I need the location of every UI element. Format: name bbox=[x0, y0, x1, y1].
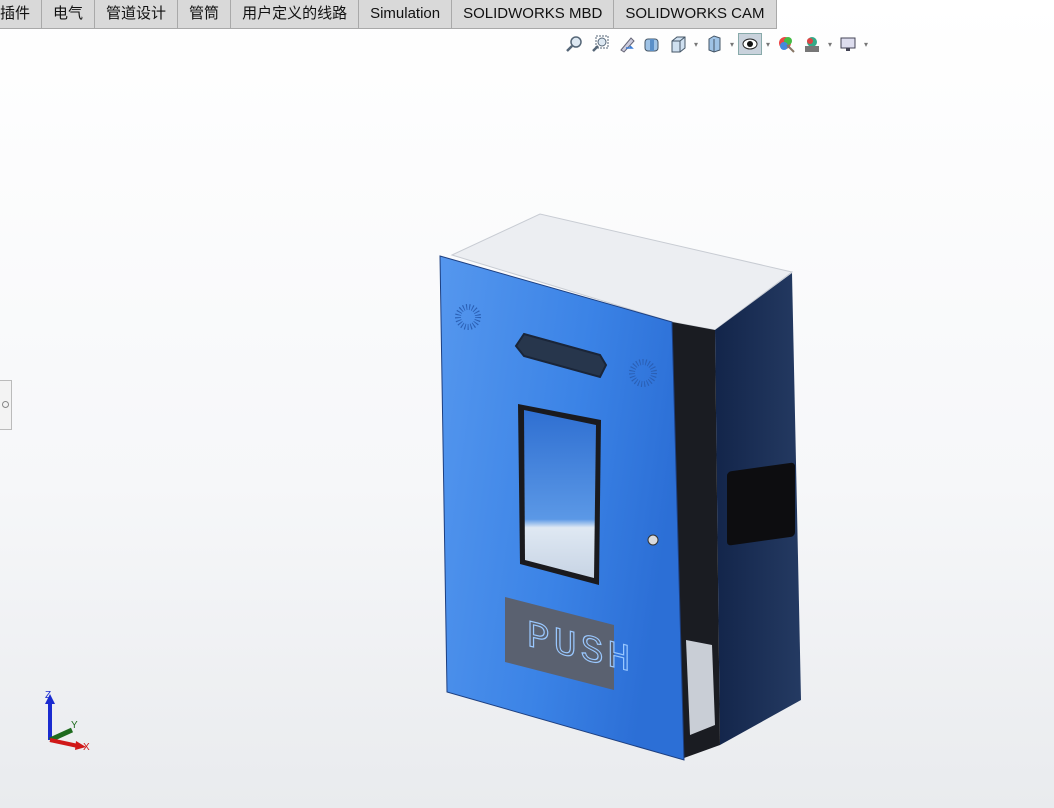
graphics-area[interactable]: PUSH bbox=[0, 0, 1054, 808]
x-label: X bbox=[83, 742, 90, 753]
door-lock bbox=[647, 534, 659, 546]
y-axis bbox=[48, 727, 74, 743]
z-label: Z bbox=[45, 690, 51, 701]
interior-shelf bbox=[686, 640, 715, 735]
side-handle bbox=[727, 462, 795, 546]
cabinet-model: PUSH bbox=[439, 213, 801, 761]
display-screen bbox=[524, 410, 596, 578]
x-axis bbox=[49, 738, 79, 748]
coordinate-triad: Z Y X bbox=[45, 690, 90, 753]
y-label: Y bbox=[71, 720, 78, 731]
